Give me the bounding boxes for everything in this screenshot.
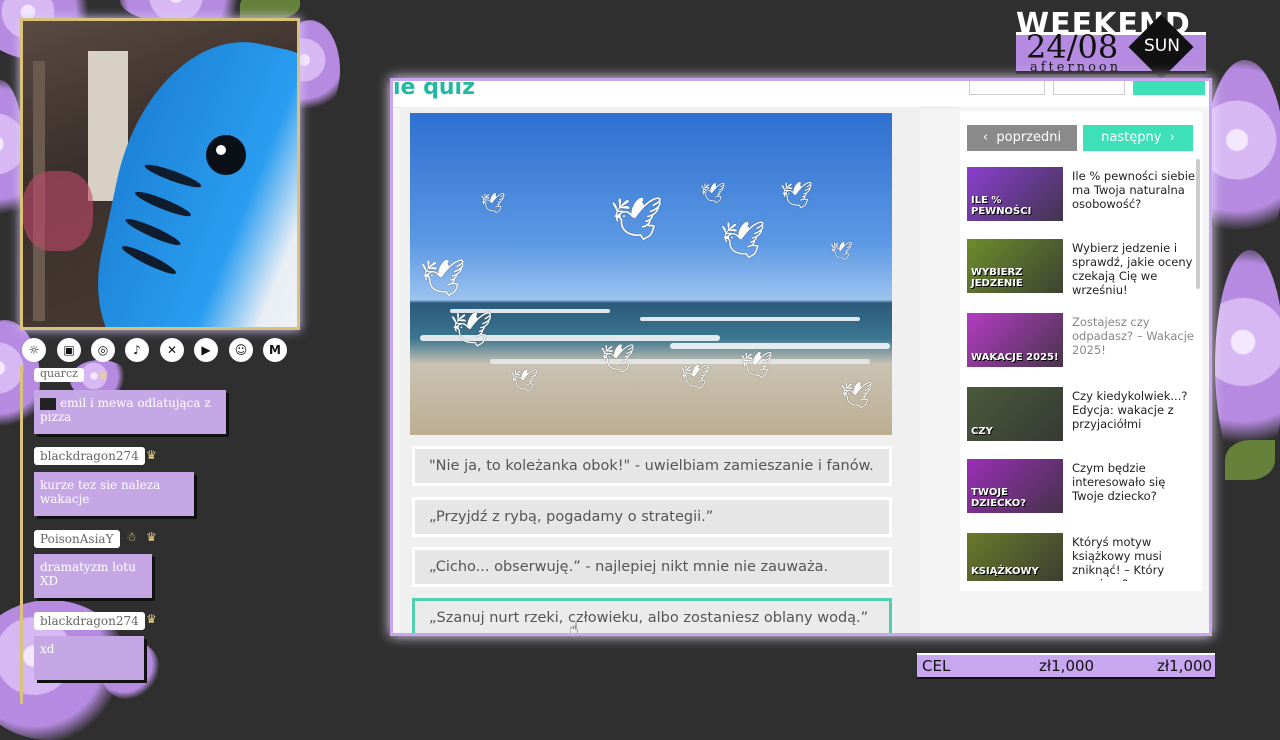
seagull-icon: 🕊 — [600, 342, 636, 375]
quiz-answer-2[interactable]: „Przyjdź z rybą, pogadamy o strategii.” — [412, 497, 892, 537]
related-quiz-thumbnail[interactable]: WYBIERZ JEDZENIE — [967, 239, 1063, 293]
chat-message: dramatyzm lotu XD — [34, 554, 152, 598]
browser-window: ie quiz 🕊 🕊 🕊 🕊 🕊 🕊 🕊 🕊 🕊 🕊 🕊 🕊 🕊 "Nie j… — [390, 78, 1212, 636]
x-icon[interactable]: ✕ — [160, 338, 184, 362]
seagull-icon: 🕊 — [610, 194, 664, 243]
streamer-logo-icon[interactable]: ☼ — [22, 338, 46, 362]
chat-badge-icon: ☃ — [126, 530, 137, 544]
logo-day: SUN — [1144, 36, 1180, 56]
chat-accent-bar — [20, 366, 23, 704]
gmail-icon[interactable]: M — [263, 338, 287, 362]
goal-target: zł1,000 — [1157, 657, 1213, 675]
thumbnail-text: WAKACJE 2025! — [971, 352, 1059, 363]
chat-badge-icon: ♛ — [98, 368, 109, 382]
seagull-icon: 🕊 — [740, 351, 774, 381]
related-quiz-title[interactable]: Zostajesz czy odpadasz? – Wakacje 2025! — [1072, 315, 1196, 357]
chevron-right-icon: › — [1161, 130, 1175, 145]
youtube-icon[interactable]: ▶ — [194, 338, 218, 362]
tiktok-icon[interactable]: ♪ — [125, 338, 149, 362]
thumbnail-text: TWOJE DZIECKO? — [971, 487, 1027, 509]
prev-button-label: poprzedni — [996, 130, 1062, 145]
cursor-hand-icon: ☝ — [569, 619, 579, 636]
seagull-icon: 🕊 — [830, 241, 853, 262]
chat-username: blackdragon274 — [34, 612, 145, 630]
seagull-icon: 🕊 — [680, 363, 711, 391]
thumbnail-text: WYBIERZ JEDZENIE — [971, 267, 1023, 289]
chat-username: PoisonAsiaY — [34, 530, 120, 548]
quiz-answer-3[interactable]: „Cicho... obserwuję.” - najlepiej nikt m… — [412, 547, 892, 587]
site-header: ie quiz — [393, 81, 1209, 108]
seagull-icon: 🕊 — [700, 181, 726, 205]
chat-message: kurze tez sie naleza wakacje — [34, 472, 194, 516]
related-quiz-title[interactable]: Czym będzie interesowało się Twoje dziec… — [1072, 461, 1196, 503]
chat-message: xd — [34, 636, 144, 680]
instagram-icon[interactable]: ◎ — [91, 338, 115, 362]
prev-button[interactable]: ‹ poprzedni — [967, 125, 1077, 151]
header-button-3[interactable] — [1133, 81, 1205, 95]
related-quiz-title[interactable]: Wybierz jedzenie i sprawdź, jakie oceny … — [1072, 241, 1196, 297]
thumbnail-text: ILE % PEWNOŚCI — [971, 195, 1032, 217]
seagull-icon: 🕊 — [450, 310, 494, 350]
header-button-2[interactable] — [1053, 81, 1125, 95]
discord-icon[interactable]: ☺ — [229, 338, 253, 362]
thumbnail-text: KSIĄŻKOWY — [971, 566, 1039, 577]
related-quiz-title[interactable]: Ile % pewności siebie ma Twoja naturalna… — [1072, 169, 1196, 211]
seagull-icon: 🕊 — [510, 369, 538, 394]
chat-emote-icon — [40, 397, 56, 410]
chat-badge-icon: ♛ — [146, 530, 157, 544]
goal-current: zł1,000 — [1039, 657, 1095, 675]
related-quiz-thumbnail[interactable]: TWOJE DZIECKO? — [967, 459, 1063, 513]
logo-subtitle: afternoon — [1030, 60, 1122, 75]
seagull-icon: 🕊 — [840, 381, 874, 411]
seagull-icon: 🕊 — [480, 191, 506, 215]
related-quiz-thumbnail[interactable]: CZY — [967, 387, 1063, 441]
header-button-1[interactable] — [969, 81, 1045, 95]
related-quiz-thumbnail[interactable]: WAKACJE 2025! — [967, 313, 1063, 367]
chat-badge-icon: ♛ — [146, 448, 157, 462]
quiz-question-image: 🕊 🕊 🕊 🕊 🕊 🕊 🕊 🕊 🕊 🕊 🕊 🕊 🕊 — [410, 113, 892, 435]
site-logo[interactable]: ie quiz — [393, 81, 475, 100]
goal-label: CEL — [922, 657, 951, 675]
chevron-left-icon: ‹ — [982, 130, 997, 145]
seagull-icon: 🕊 — [780, 181, 814, 211]
seagull-icon: 🕊 — [720, 220, 766, 261]
related-quiz-thumbnail[interactable]: ILE % PEWNOŚCI — [967, 167, 1063, 221]
chat-username: blackdragon274 — [34, 447, 145, 465]
sidebar-scrollbar[interactable] — [1196, 159, 1200, 289]
next-button-label: następny — [1101, 130, 1162, 145]
chat-username: quarcz — [34, 368, 84, 382]
chat-badge-icon: ♛ — [146, 612, 157, 626]
related-quiz-title[interactable]: Czy kiedykolwiek...? Edycja: wakacje z p… — [1072, 389, 1196, 431]
chat-message-text: emil i mewa odlatująca z pizza — [40, 396, 211, 424]
webcam-feed — [20, 18, 300, 330]
quiz-answer-1[interactable]: "Nie ja, to koleżanka obok!" - uwielbiam… — [412, 446, 892, 486]
donation-goal-bar: CEL zł1,000 zł1,000 — [917, 653, 1215, 679]
twitch-icon[interactable]: ▣ — [57, 338, 81, 362]
quiz-answer-4[interactable]: „Szanuj nurt rzeki, człowieku, albo zost… — [412, 598, 892, 633]
related-quiz-title[interactable]: Któryś motyw książkowy musi zniknąć! – K… — [1072, 535, 1196, 581]
related-quiz-thumbnail[interactable]: KSIĄŻKOWY — [967, 533, 1063, 581]
seagull-icon: 🕊 — [420, 258, 466, 299]
thumbnail-text: CZY — [971, 426, 993, 437]
chat-message: emil i mewa odlatująca z pizza — [34, 390, 226, 434]
next-button[interactable]: następny › — [1083, 125, 1193, 151]
shark-eye — [206, 135, 246, 175]
